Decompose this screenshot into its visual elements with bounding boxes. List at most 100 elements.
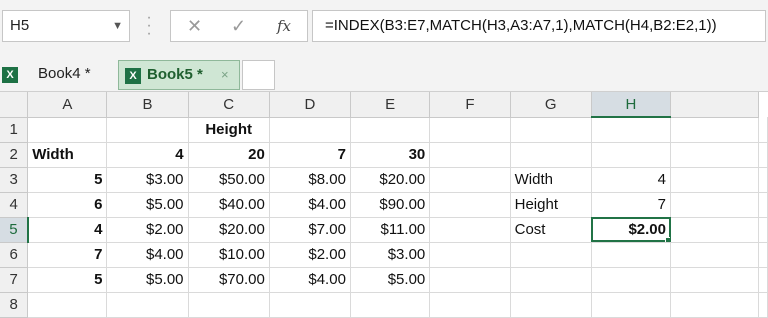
- cell[interactable]: Cost: [510, 217, 592, 243]
- cell[interactable]: Height: [188, 117, 270, 143]
- cell[interactable]: [510, 292, 592, 318]
- cell[interactable]: 6: [27, 192, 108, 218]
- cell[interactable]: [670, 142, 759, 168]
- cell[interactable]: [591, 117, 672, 143]
- cell[interactable]: $40.00: [188, 192, 270, 218]
- cell[interactable]: [510, 117, 592, 143]
- row-header[interactable]: 2: [0, 142, 29, 168]
- cell[interactable]: [429, 117, 511, 143]
- cell[interactable]: [106, 117, 189, 143]
- cell[interactable]: 4: [106, 142, 189, 168]
- cell[interactable]: [591, 242, 672, 268]
- tab-book4[interactable]: X Book4 *: [0, 60, 116, 90]
- cell[interactable]: [670, 192, 759, 218]
- cell[interactable]: $3.00: [106, 167, 189, 193]
- cell[interactable]: $50.00: [188, 167, 270, 193]
- cell[interactable]: [429, 292, 511, 318]
- row-header[interactable]: 4: [0, 192, 29, 218]
- cell[interactable]: $90.00: [350, 192, 431, 218]
- cell[interactable]: [670, 242, 759, 268]
- cell[interactable]: [758, 192, 768, 218]
- cell[interactable]: [429, 242, 511, 268]
- cell[interactable]: $2.00: [269, 242, 351, 268]
- cell[interactable]: [27, 292, 108, 318]
- column-header[interactable]: B: [106, 92, 189, 118]
- cell[interactable]: $20.00: [188, 217, 270, 243]
- cell[interactable]: [350, 292, 431, 318]
- cell[interactable]: [269, 292, 351, 318]
- enter-check-icon[interactable]: ✓: [231, 11, 246, 41]
- cell[interactable]: 5: [27, 167, 108, 193]
- cell[interactable]: Height: [510, 192, 592, 218]
- row-header[interactable]: 7: [0, 267, 29, 293]
- cell[interactable]: [758, 117, 768, 143]
- cell[interactable]: $70.00: [188, 267, 270, 293]
- cell[interactable]: [269, 117, 351, 143]
- cell[interactable]: [758, 292, 768, 318]
- cell[interactable]: 5: [27, 267, 108, 293]
- cell[interactable]: [758, 167, 768, 193]
- drag-handle-icon[interactable]: · · ·: [146, 10, 152, 42]
- row-header[interactable]: 3: [0, 167, 29, 193]
- cell[interactable]: $5.00: [106, 192, 189, 218]
- cell[interactable]: [670, 217, 759, 243]
- cell[interactable]: [350, 117, 431, 143]
- cell[interactable]: [591, 142, 672, 168]
- formula-input[interactable]: =INDEX(B3:E7,MATCH(H3,A3:A7,1),MATCH(H4,…: [312, 10, 766, 42]
- row-header[interactable]: 8: [0, 292, 29, 318]
- close-icon[interactable]: ×: [221, 61, 229, 89]
- cell[interactable]: [429, 217, 511, 243]
- cell[interactable]: $7.00: [269, 217, 351, 243]
- cell[interactable]: $10.00: [188, 242, 270, 268]
- cell[interactable]: Width: [510, 167, 592, 193]
- cell[interactable]: 7: [269, 142, 351, 168]
- select-all-corner[interactable]: [0, 92, 29, 118]
- cell[interactable]: [429, 167, 511, 193]
- cell[interactable]: [106, 292, 189, 318]
- cell[interactable]: [758, 242, 768, 268]
- chevron-down-icon[interactable]: ▼: [112, 11, 123, 41]
- active-cell[interactable]: $2.00: [591, 217, 672, 243]
- cell[interactable]: $5.00: [350, 267, 431, 293]
- cell[interactable]: Width: [27, 142, 108, 168]
- column-header[interactable]: E: [350, 92, 431, 118]
- column-header[interactable]: D: [269, 92, 351, 118]
- cell[interactable]: $4.00: [269, 267, 351, 293]
- new-tab-button[interactable]: [242, 60, 275, 90]
- cell[interactable]: $8.00: [269, 167, 351, 193]
- row-header[interactable]: 6: [0, 242, 29, 268]
- cancel-icon[interactable]: ✕: [187, 11, 202, 41]
- column-header[interactable]: G: [510, 92, 592, 118]
- cell[interactable]: 4: [27, 217, 108, 243]
- column-header-selected[interactable]: H: [591, 92, 672, 118]
- cell[interactable]: [510, 267, 592, 293]
- cell[interactable]: $3.00: [350, 242, 431, 268]
- cell[interactable]: [758, 142, 768, 168]
- cell[interactable]: [510, 142, 592, 168]
- cell[interactable]: [670, 267, 759, 293]
- name-box[interactable]: H5 ▼: [2, 10, 130, 42]
- cell[interactable]: [670, 117, 759, 143]
- cell[interactable]: 7: [27, 242, 108, 268]
- cell[interactable]: [429, 192, 511, 218]
- cell[interactable]: [510, 242, 592, 268]
- cell[interactable]: [429, 142, 511, 168]
- tab-book5[interactable]: X Book5 * ×: [118, 60, 240, 90]
- cell[interactable]: $4.00: [269, 192, 351, 218]
- cell[interactable]: 4: [591, 167, 672, 193]
- cell[interactable]: 7: [591, 192, 672, 218]
- cell[interactable]: 30: [350, 142, 431, 168]
- cell[interactable]: [188, 292, 270, 318]
- insert-function-icon[interactable]: fx: [277, 11, 291, 41]
- cell[interactable]: [758, 267, 768, 293]
- cell[interactable]: $11.00: [350, 217, 431, 243]
- column-header[interactable]: C: [188, 92, 270, 118]
- cell[interactable]: $20.00: [350, 167, 431, 193]
- cell[interactable]: [670, 292, 759, 318]
- cell[interactable]: 20: [188, 142, 270, 168]
- cell[interactable]: $5.00: [106, 267, 189, 293]
- column-header[interactable]: [670, 92, 759, 118]
- row-header[interactable]: 1: [0, 117, 29, 143]
- cell[interactable]: [591, 267, 672, 293]
- cell[interactable]: [429, 267, 511, 293]
